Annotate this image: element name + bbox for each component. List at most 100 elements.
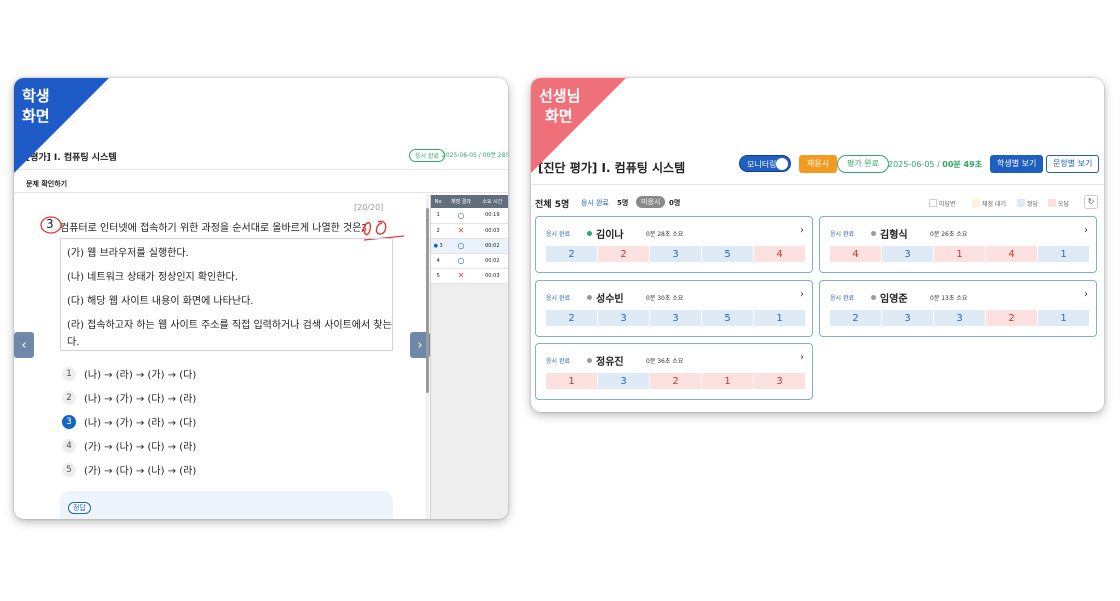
question-text: 컴퓨터로 인터넷에 접속하기 위한 과정을 순서대로 올바르게 나열한 것은?	[60, 223, 367, 234]
location-pin-icon: ●	[433, 242, 438, 249]
option-number: 5	[62, 462, 76, 477]
chevron-right-icon[interactable]: ›	[800, 289, 804, 300]
answer-cell: 3	[650, 310, 701, 326]
teacher-corner-label: 선생님 화면	[539, 86, 580, 126]
card-status: 응시 완료	[830, 231, 854, 238]
student-card[interactable]: 응시 완료 김이나 0분 28초 소요 › 2 2 3 5 4	[535, 216, 813, 273]
row-no: ● 3	[431, 238, 446, 254]
exam-date: 2025-06-05 / 00분 49초	[888, 159, 982, 170]
table-row-current[interactable]: ● 3 ○ 00:02	[431, 238, 508, 254]
option-text: (나) → (가) → (라) → (다)	[84, 418, 197, 429]
divider	[14, 192, 508, 193]
answer-cell: 3	[882, 310, 933, 326]
option-number: 4	[62, 438, 76, 453]
student-screen-panel: 학생 화면 [평가] Ⅰ. 컴퓨팅 시스템 응시 완료 2025-06-05 /…	[14, 78, 508, 519]
answer-cell: 1	[934, 246, 985, 262]
legend-correct: 정답	[1027, 201, 1039, 208]
wrong-mark-icon: ✕	[445, 268, 477, 284]
answer-cell: 2	[986, 310, 1037, 326]
option-text: (나) → (가) → (다) → (라)	[84, 394, 197, 405]
chevron-right-icon[interactable]: ›	[800, 352, 804, 363]
teacher-screen-panel: 선생님 화면 [진단 평가] Ⅰ. 컴퓨팅 시스템 모니터링 재응시 평가 완료…	[531, 78, 1104, 412]
corner-label-line-2: 화면	[545, 107, 573, 125]
monitoring-toggle[interactable]: 모니터링	[739, 155, 791, 172]
eval-complete-button[interactable]: 평가 완료	[837, 155, 889, 173]
table-row[interactable]: 2 ✕ 00:03	[431, 223, 508, 239]
answer-option-4[interactable]: 4 (가) → (나) → (다) → (라)	[62, 438, 196, 453]
result-table: No 채점 결과 소요 시간 1 ○ 00:19 2 ✕ 00:03 ● 3 ○…	[431, 195, 508, 284]
toggle-knob	[776, 158, 788, 170]
corner-label-line-2: 화면	[22, 107, 50, 125]
answer-cell: 4	[986, 246, 1037, 262]
student-card[interactable]: 응시 완료 정유진 0분 36초 소요 › 1 3 2 1 3	[535, 343, 813, 400]
option-text: (가) → (다) → (나) → (라)	[84, 466, 197, 477]
student-card[interactable]: 응시 완료 김형식 0분 26초 소요 › 4 3 1 4 1	[819, 216, 1097, 273]
student-corner-label: 학생 화면	[22, 86, 50, 126]
chevron-right-icon[interactable]: ›	[800, 225, 804, 236]
option-number: 2	[62, 390, 76, 405]
elapsed-time: 0분 30초 소요	[646, 295, 684, 302]
monitoring-label: 모니터링	[747, 160, 777, 169]
refresh-button[interactable]: ↻	[1084, 195, 1098, 209]
table-row[interactable]: 4 ○ 00:02	[431, 253, 508, 269]
answer-cell: 2	[650, 373, 701, 389]
student-card[interactable]: 응시 완료 임영준 0분 13초 소요 › 2 3 3 2 1	[819, 280, 1097, 337]
divider	[531, 184, 1104, 185]
answer-option-5[interactable]: 5 (가) → (다) → (나) → (라)	[62, 462, 196, 477]
view-by-student-button[interactable]: 학생별 보기	[990, 155, 1044, 173]
offline-status-dot	[587, 358, 592, 363]
view-by-question-button[interactable]: 문항별 보기	[1046, 155, 1100, 173]
chevron-left-icon: ‹	[21, 337, 27, 353]
answer-option-2[interactable]: 2 (나) → (가) → (다) → (라)	[62, 390, 196, 405]
answer-cell: 3	[598, 310, 649, 326]
chevron-right-icon[interactable]: ›	[1084, 225, 1088, 236]
passage-item: 다.	[67, 337, 80, 348]
legend-unanswered-swatch	[929, 199, 937, 207]
row-time: 00:03	[476, 268, 508, 284]
row-no: 2	[431, 223, 446, 239]
col-header-no: No	[431, 195, 446, 208]
student-name: 김형식	[880, 230, 908, 241]
answer-cell: 2	[546, 310, 597, 326]
answer-cell: 2	[546, 246, 597, 262]
answer-option-1[interactable]: 1 (나) → (라) → (가) → (다)	[62, 366, 196, 381]
student-name: 임영준	[880, 294, 908, 305]
answer-explanation-box	[60, 491, 393, 519]
legend-pending-swatch	[972, 199, 980, 207]
table-row[interactable]: 1 ○ 00:19	[431, 208, 508, 224]
student-card[interactable]: 응시 완료 성수빈 0분 30초 소요 › 2 3 3 5 1	[535, 280, 813, 337]
prev-question-button[interactable]: ‹	[14, 332, 34, 358]
answer-cells: 2 3 3 5 1	[546, 310, 805, 326]
answer-cell: 4	[830, 246, 881, 262]
student-name: 성수빈	[596, 294, 624, 305]
passage-item: (나) 네트워크 상태가 정상인지 확인한다.	[67, 272, 238, 283]
card-status: 응시 완료	[546, 295, 570, 302]
legend-pending: 채점 대기	[982, 201, 1006, 208]
elapsed-time: 0분 26초 소요	[930, 231, 968, 238]
row-time: 00:19	[476, 208, 508, 224]
card-status: 응시 완료	[830, 295, 854, 302]
retake-button[interactable]: 재응시	[799, 155, 838, 173]
answer-label: 정답	[68, 502, 91, 514]
wrong-mark-icon: ✕	[445, 223, 477, 239]
option-text: (나) → (라) → (가) → (다)	[84, 370, 197, 381]
answer-cell: 1	[754, 310, 805, 326]
section-subtitle: 문제 확인하기	[26, 180, 68, 188]
status-badge: 응시 완료	[409, 149, 445, 162]
row-no-value: 3	[439, 242, 443, 249]
offline-status-dot	[871, 295, 876, 300]
legend-wrong: 오답	[1058, 201, 1070, 208]
chevron-right-icon[interactable]: ›	[1084, 289, 1088, 300]
duration-text: 00분 49초	[942, 160, 983, 169]
answer-option-3[interactable]: 3 (나) → (가) → (라) → (다)	[62, 414, 196, 429]
student-name: 김이나	[596, 230, 624, 241]
answer-cell: 3	[754, 373, 805, 389]
answer-cell: 1	[702, 373, 753, 389]
row-time: 00:03	[476, 223, 508, 239]
option-number-selected: 3	[62, 414, 76, 429]
table-row[interactable]: 5 ✕ 00:03	[431, 268, 508, 284]
question-progress: [20/20]	[354, 203, 384, 212]
not-taken-count: 0명	[669, 199, 681, 207]
scrollbar-thumb[interactable]	[426, 208, 429, 393]
taken-label: 응시 완료	[581, 199, 609, 207]
